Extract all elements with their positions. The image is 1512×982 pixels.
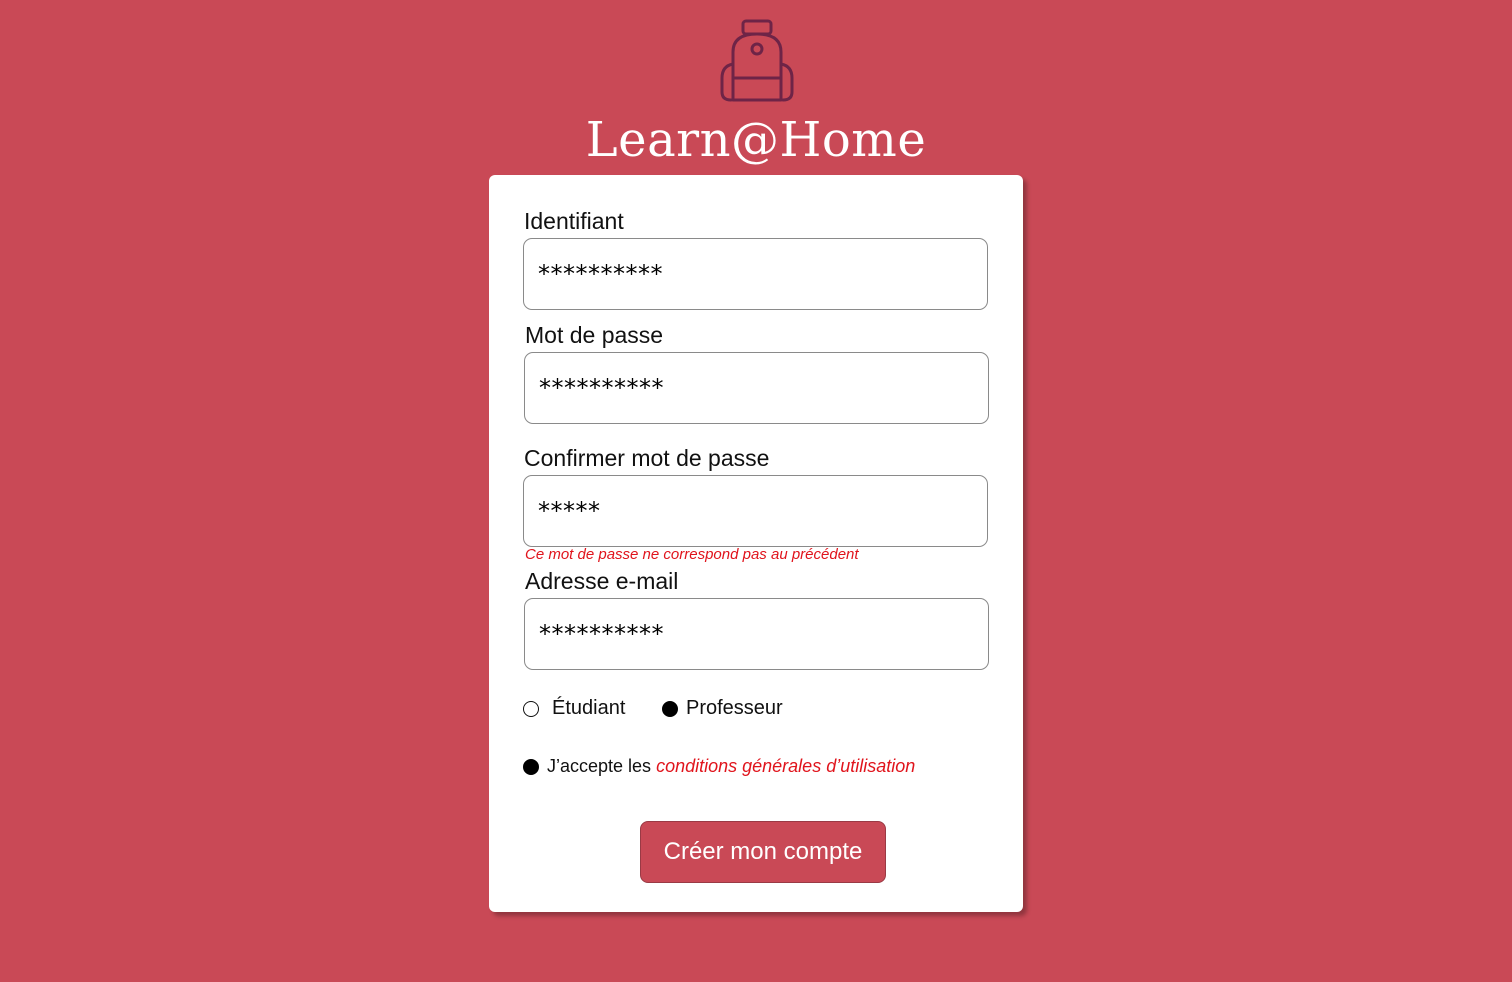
radio-professeur-label: Professeur bbox=[686, 697, 783, 719]
password-label: Mot de passe bbox=[525, 322, 664, 348]
create-account-button[interactable]: Créer mon compte bbox=[640, 821, 886, 883]
terms-text: J’accepte les conditions générales d’uti… bbox=[547, 753, 915, 779]
confirm-password-input[interactable]: ***** bbox=[523, 475, 988, 547]
email-input[interactable]: ********** bbox=[524, 598, 989, 670]
terms-prefix: J’accepte les bbox=[547, 756, 652, 776]
confirm-password-label: Confirmer mot de passe bbox=[524, 445, 770, 471]
radio-etudiant[interactable] bbox=[523, 701, 539, 717]
terms-checkbox[interactable] bbox=[523, 759, 539, 775]
password-input[interactable]: ********** bbox=[524, 352, 989, 424]
username-input[interactable]: ********** bbox=[523, 238, 988, 310]
terms-link[interactable]: conditions générales d’utilisation bbox=[656, 756, 915, 776]
signup-card: Identifiant ********** Mot de passe ****… bbox=[489, 175, 1023, 912]
brand-title: Learn@Home bbox=[585, 112, 927, 168]
email-label: Adresse e-mail bbox=[525, 568, 679, 594]
backpack-icon bbox=[720, 19, 794, 102]
radio-professeur[interactable] bbox=[662, 701, 678, 717]
radio-etudiant-label: Étudiant bbox=[552, 697, 626, 719]
password-mismatch-error: Ce mot de passe ne correspond pas au pré… bbox=[525, 546, 859, 563]
username-label: Identifiant bbox=[524, 208, 624, 234]
